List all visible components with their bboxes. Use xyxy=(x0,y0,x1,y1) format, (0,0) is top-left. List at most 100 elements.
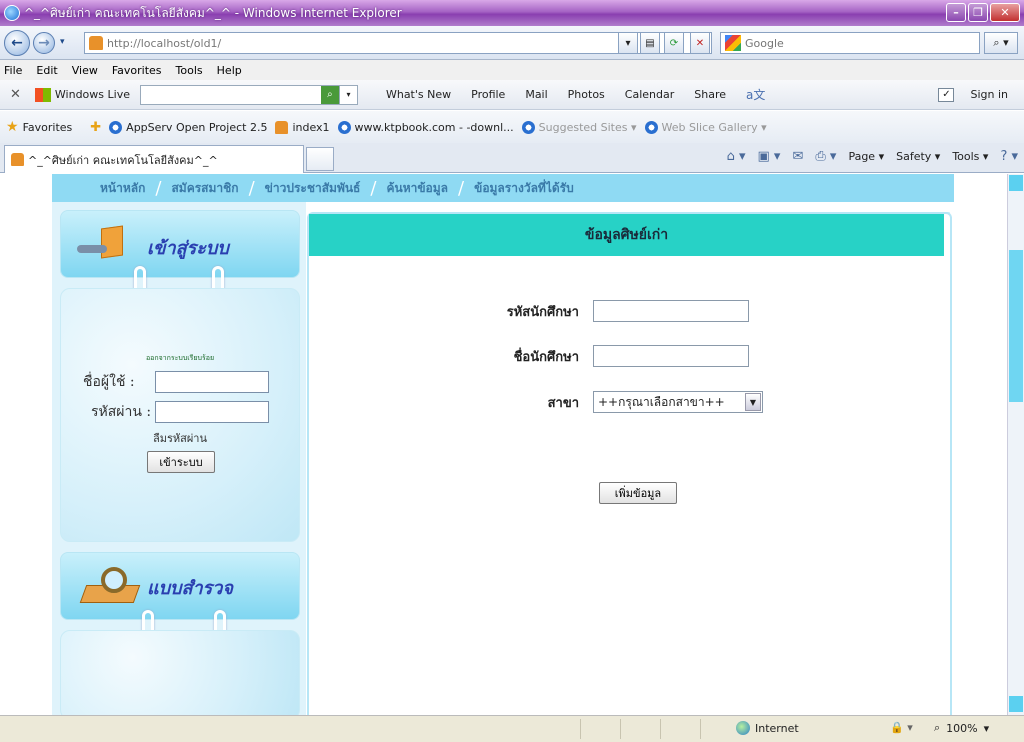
live-search-input[interactable]: ⌕ xyxy=(139,84,340,105)
status-divider xyxy=(620,719,621,739)
student-id-row: รหัสนักศึกษา xyxy=(453,300,749,322)
login-panel: ออกจากระบบเรียบร้อย ชื่อผู้ใช้ : รหัสผ่า… xyxy=(60,288,300,542)
zoom-dropdown-icon[interactable]: ▾ xyxy=(984,722,990,735)
password-input[interactable] xyxy=(155,401,269,423)
live-links: What's New Profile Mail Photos Calendar … xyxy=(386,88,726,101)
new-tab-button[interactable] xyxy=(306,147,334,171)
scroll-thumb[interactable] xyxy=(1009,250,1023,402)
close-toolbar-icon[interactable]: ✕ xyxy=(10,87,21,102)
minimize-button[interactable]: – xyxy=(946,3,966,22)
favorite-item[interactable]: AppServ Open Project 2.5 xyxy=(109,120,267,134)
nav-news[interactable]: ข่าวประชาสัมพันธ์ xyxy=(265,179,361,198)
window-title: ^_^ศิษย์เก่า คณะเทคโนโลยีสังคม^_^ - Wind… xyxy=(24,5,402,20)
major-label: สาขา xyxy=(547,395,579,411)
favorite-item[interactable]: Web Slice Gallery ▾ xyxy=(644,120,767,134)
student-name-input[interactable] xyxy=(593,345,749,367)
favorite-item[interactable]: index1 xyxy=(275,120,330,134)
favorites-star-icon[interactable]: ★ xyxy=(6,119,19,135)
signin-link[interactable]: Sign in xyxy=(970,88,1008,101)
scroll-up-button[interactable] xyxy=(1009,175,1023,191)
student-name-row: ชื่อนักศึกษา xyxy=(453,345,749,367)
translate-icon[interactable]: a文 xyxy=(746,86,765,103)
favorite-item[interactable]: Suggested Sites ▾ xyxy=(521,120,637,134)
windows-live-toolbar: ✕ Windows Live ⌕ ▾ What's New Profile Ma… xyxy=(0,80,1024,110)
safety-menu[interactable]: Safety ▾ xyxy=(896,150,940,163)
feeds-icon[interactable]: ▣ ▾ xyxy=(758,149,781,164)
zoom-control[interactable]: ⌕ 100% ▾ xyxy=(934,721,989,735)
site-favicon-icon xyxy=(89,36,103,50)
favorite-label: www.ktpbook.com - -downl... xyxy=(354,120,514,134)
status-divider xyxy=(580,719,581,739)
windows-live-label[interactable]: Windows Live xyxy=(55,88,130,101)
checkbox-icon[interactable]: ✓ xyxy=(938,87,955,102)
home-icon[interactable]: ⌂ ▾ xyxy=(727,149,746,164)
forgot-password-link[interactable]: ลืมรหัสผ่าน xyxy=(61,429,299,447)
student-id-input[interactable] xyxy=(593,300,749,322)
page-menu[interactable]: Page ▾ xyxy=(848,150,884,163)
live-search-dropdown[interactable]: ▾ xyxy=(339,84,358,105)
nav-register[interactable]: สมัครสมาชิก xyxy=(171,179,238,198)
chevron-down-icon[interactable]: ▼ xyxy=(745,393,761,411)
scroll-down-button[interactable] xyxy=(1009,696,1023,712)
favorite-label: index1 xyxy=(292,120,330,134)
password-label: รหัสผ่าน : xyxy=(91,404,152,420)
forward-button[interactable]: → xyxy=(33,32,55,54)
favorites-button[interactable]: Favorites xyxy=(23,121,73,134)
ie-page-icon xyxy=(109,120,123,134)
stop-button[interactable]: ✕ xyxy=(690,32,710,54)
nav-home[interactable]: หน้าหลัก xyxy=(100,179,145,198)
menu-tools[interactable]: Tools xyxy=(176,64,203,77)
security-zone[interactable]: Internet xyxy=(736,721,799,735)
live-link-profile[interactable]: Profile xyxy=(471,88,505,101)
house-page-icon xyxy=(275,120,289,134)
recent-pages-dropdown[interactable]: ▾ xyxy=(60,37,65,47)
username-input[interactable] xyxy=(155,371,269,393)
restore-button[interactable]: ❐ xyxy=(968,3,988,22)
search-go-button[interactable]: ⌕ ▾ xyxy=(984,32,1018,54)
password-row: รหัสผ่าน : xyxy=(91,401,269,423)
key-card-icon xyxy=(77,225,127,265)
compatibility-view-button[interactable]: ▤ xyxy=(640,32,660,54)
live-search-go-icon[interactable]: ⌕ xyxy=(320,85,339,104)
major-select[interactable]: ++กรุณาเลือกสาขา++ ▼ xyxy=(593,391,763,413)
search-input[interactable] xyxy=(745,36,965,50)
tab-current[interactable]: ^_^ศิษย์เก่า คณะเทคโนโลยีสังคม^_^ xyxy=(4,145,304,173)
live-link-photos[interactable]: Photos xyxy=(568,88,605,101)
search-box[interactable] xyxy=(720,32,980,54)
live-link-mail[interactable]: Mail xyxy=(525,88,547,101)
nav-awards[interactable]: ข้อมูลรางวัลที่ได้รับ xyxy=(474,179,574,198)
login-panel-title: เข้าสู่ระบบ xyxy=(147,238,229,259)
menu-view[interactable]: View xyxy=(72,64,98,77)
print-icon[interactable]: ⎙ ▾ xyxy=(815,149,836,164)
zone-label: Internet xyxy=(755,721,799,735)
menu-file[interactable]: File xyxy=(4,64,22,77)
live-link-whats-new[interactable]: What's New xyxy=(386,88,451,101)
title-bar: ^_^ศิษย์เก่า คณะเทคโนโลยีสังคม^_^ - Wind… xyxy=(0,0,1024,26)
live-link-share[interactable]: Share xyxy=(694,88,726,101)
login-button[interactable]: เข้าระบบ xyxy=(147,451,215,473)
refresh-button[interactable]: ⟳ xyxy=(664,32,684,54)
nav-search[interactable]: ค้นหาข้อมูล xyxy=(386,179,448,198)
logout-message: ออกจากระบบเรียบร้อย xyxy=(145,354,215,362)
protected-mode-icon[interactable]: 🔒 ▾ xyxy=(890,721,913,734)
close-window-button[interactable]: ✕ xyxy=(990,3,1020,22)
vertical-scrollbar[interactable] xyxy=(1007,174,1024,715)
tools-menu[interactable]: Tools ▾ xyxy=(952,150,988,163)
back-button[interactable]: ← xyxy=(4,30,30,56)
username-label: ชื่อผู้ใช้ : xyxy=(83,374,135,390)
favorite-label: Suggested Sites ▾ xyxy=(538,120,637,134)
mail-icon[interactable]: ✉ xyxy=(792,149,803,164)
address-dropdown-button[interactable]: ▾ xyxy=(618,32,638,54)
add-favorite-icon[interactable]: ✚ xyxy=(90,120,101,135)
menu-edit[interactable]: Edit xyxy=(36,64,57,77)
url-text[interactable]: http://localhost/old1/ xyxy=(107,37,221,50)
menu-favorites[interactable]: Favorites xyxy=(112,64,162,77)
menu-help[interactable]: Help xyxy=(217,64,242,77)
window-controls: – ❐ ✕ xyxy=(946,3,1020,22)
username-row: ชื่อผู้ใช้ : xyxy=(83,371,269,393)
add-data-button[interactable]: เพิ่มข้อมูล xyxy=(599,482,677,504)
favorite-item[interactable]: www.ktpbook.com - -downl... xyxy=(337,120,514,134)
ie-page-icon xyxy=(521,120,535,134)
help-icon[interactable]: ? ▾ xyxy=(1000,149,1018,164)
live-link-calendar[interactable]: Calendar xyxy=(625,88,674,101)
